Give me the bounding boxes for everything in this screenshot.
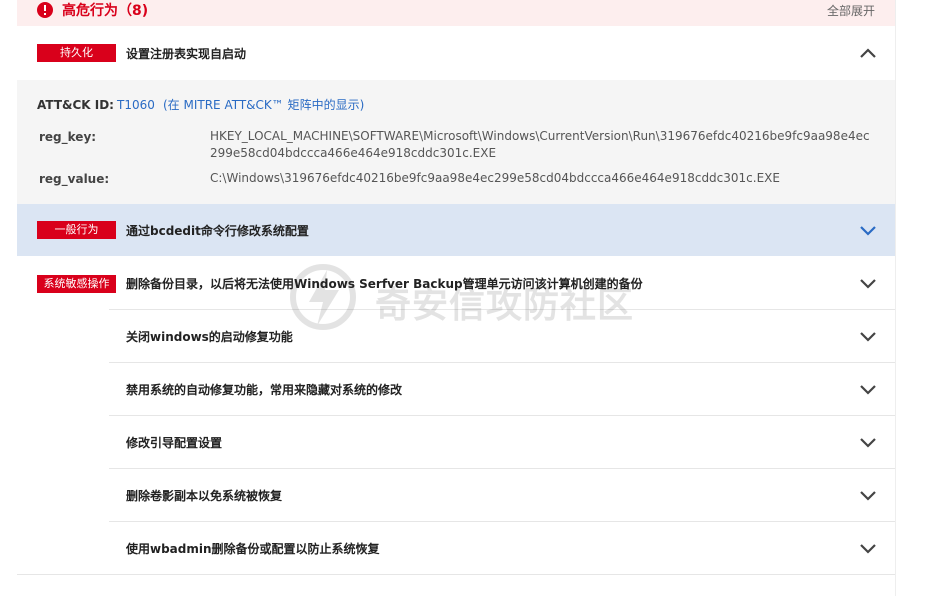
expand-all-button[interactable]: 全部展开 [827, 3, 875, 19]
behavior-title: 修改引导配置设置 [126, 436, 223, 450]
behavior-title: 设置注册表实现自启动 [126, 47, 247, 61]
reg-value-value: C:\Windows\319676efdc40216be9fc9aa98e4ec… [210, 171, 780, 185]
alert-icon [37, 2, 53, 18]
behavior-row-sensitive-5[interactable]: 删除卷影副本以免系统被恢复 [17, 468, 895, 521]
high-risk-title: 高危行为（8) [62, 3, 149, 19]
behavior-row-sensitive-6[interactable]: 使用wbadmin删除备份或配置以防止系统恢复 [17, 521, 895, 574]
page-edge-divider [895, 0, 896, 596]
behavior-title: 通过bcdedit命令行修改系统配置 [126, 224, 309, 238]
behavior-row-sensitive-1[interactable]: 删除备份目录，以后将无法使用Windows Serfver Backup管理单元… [17, 256, 895, 309]
behavior-title: 删除备份目录，以后将无法使用Windows Serfver Backup管理单元… [126, 277, 643, 291]
behavior-title: 禁用系统的自动修复功能，常用来隐藏对系统的修改 [126, 383, 403, 397]
general-tag: 一般行为 [37, 221, 116, 239]
chevron-down-icon[interactable] [859, 276, 877, 290]
reg-key-value: HKEY_LOCAL_MACHINE\SOFTWARE\Microsoft\Wi… [210, 129, 870, 160]
chevron-down-icon[interactable] [859, 488, 877, 502]
chevron-up-icon[interactable] [859, 46, 877, 60]
persistence-tag: 持久化 [37, 44, 116, 62]
reg-key-label: reg_key: [39, 130, 97, 144]
behavior-title: 删除卷影副本以免系统被恢复 [126, 489, 283, 503]
behavior-row-persistence[interactable]: 持久化 设置注册表实现自启动 [17, 26, 895, 80]
behavior-detail: ATT&CK ID: T1060 (在 MITRE ATT&CK™ 矩阵中的显示… [17, 80, 895, 204]
behavior-row-sensitive-2[interactable]: 关闭windows的启动修复功能 [17, 309, 895, 362]
mitre-matrix-link[interactable]: (在 MITRE ATT&CK™ 矩阵中的显示) [163, 97, 364, 113]
chevron-down-icon[interactable] [859, 223, 877, 237]
chevron-down-icon[interactable] [859, 541, 877, 555]
attck-label: ATT&CK ID: [37, 98, 114, 112]
behavior-row-sensitive-4[interactable]: 修改引导配置设置 [17, 415, 895, 468]
attck-id-link[interactable]: T1060 [117, 97, 155, 113]
chevron-down-icon[interactable] [859, 435, 877, 449]
behavior-title: 关闭windows的启动修复功能 [126, 330, 293, 344]
chevron-down-icon[interactable] [859, 382, 877, 396]
behavior-row-general[interactable]: 一般行为 通过bcdedit命令行修改系统配置 [17, 204, 895, 256]
row-divider [17, 574, 895, 575]
reg-value-label: reg_value: [39, 172, 110, 186]
behavior-panel: 高危行为（8) 全部展开 持久化 设置注册表实现自启动 ATT&CK ID: T… [17, 0, 895, 596]
high-risk-header: 高危行为（8) 全部展开 [17, 0, 895, 26]
behavior-title: 使用wbadmin删除备份或配置以防止系统恢复 [126, 542, 380, 556]
behavior-row-sensitive-3[interactable]: 禁用系统的自动修复功能，常用来隐藏对系统的修改 [17, 362, 895, 415]
chevron-down-icon[interactable] [859, 329, 877, 343]
